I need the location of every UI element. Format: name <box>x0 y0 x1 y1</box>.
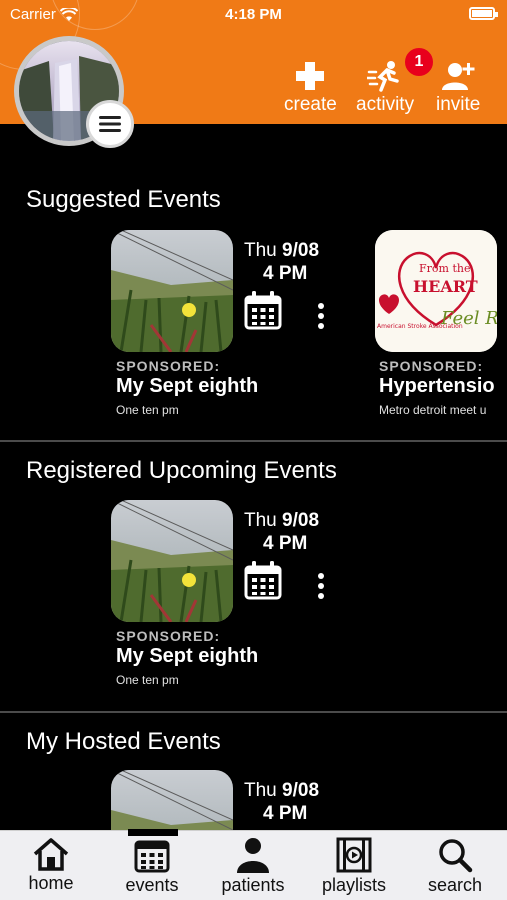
event-time: 4 PM <box>263 263 308 284</box>
event-card[interactable]: Thu 9/08 4 PM SPONSORED: My Sept eighth … <box>111 230 371 430</box>
more-options-icon[interactable] <box>317 302 325 330</box>
tab-patients-label: patients <box>221 875 285 895</box>
event-date-value: 9/08 <box>282 510 320 531</box>
tab-home-label: home <box>28 873 74 893</box>
event-name: My Sept eighth <box>116 645 259 667</box>
sponsored-label: SPONSORED: <box>116 358 221 374</box>
meadow-image <box>111 230 233 352</box>
tab-bar: home events patients playlists search <box>0 830 507 900</box>
event-card[interactable]: Thu 9/08 4 PM SPONSORED: My Sept eighth … <box>111 500 371 700</box>
event-date: Thu 9/08 <box>244 510 319 532</box>
invite-label: invite <box>436 94 481 115</box>
status-bar: Carrier 4:18 PM <box>0 0 507 30</box>
event-date-value: 9/08 <box>282 780 320 801</box>
section-divider <box>0 711 507 713</box>
tab-events-label: events <box>125 875 179 895</box>
event-time: 4 PM <box>263 803 308 824</box>
calendar-icon[interactable] <box>244 560 282 600</box>
menu-button[interactable] <box>86 100 134 148</box>
create-button[interactable]: create <box>284 60 337 116</box>
event-name: My Sept eighth <box>116 375 259 397</box>
person-icon <box>237 838 269 873</box>
tab-search-label: search <box>427 875 483 895</box>
tab-search[interactable]: search <box>405 837 505 896</box>
event-thumbnail <box>111 770 233 830</box>
running-person-icon <box>367 61 399 92</box>
event-name: Hypertensio <box>379 375 495 397</box>
event-time: 4 PM <box>263 533 308 554</box>
more-options-icon[interactable] <box>317 572 325 600</box>
promo-image: From the HEART American Stroke Associati… <box>375 230 497 352</box>
calendar-icon <box>134 840 170 873</box>
event-card[interactable]: From the HEART American Stroke Associati… <box>374 230 507 430</box>
playlist-icon <box>336 837 372 873</box>
event-subtitle: One ten pm <box>116 673 179 687</box>
battery-icon <box>469 7 498 20</box>
tab-home[interactable]: home <box>1 837 101 894</box>
sponsored-label: SPONSORED: <box>379 358 484 374</box>
event-card[interactable]: Thu 9/08 4 PM <box>111 770 371 830</box>
sponsored-label: SPONSORED: <box>116 628 221 644</box>
section-title-registered: Registered Upcoming Events <box>26 457 337 484</box>
promo-script-text: Feel Ri <box>440 308 497 329</box>
plus-icon <box>296 62 325 90</box>
meadow-image <box>111 770 233 830</box>
event-thumbnail: From the HEART American Stroke Associati… <box>375 230 497 352</box>
create-label: create <box>284 94 337 115</box>
promo-heart-text-1: From the <box>419 262 470 275</box>
event-thumbnail <box>111 230 233 352</box>
event-day: Thu <box>244 780 277 801</box>
tab-events[interactable]: events <box>102 837 202 896</box>
add-person-icon <box>442 63 475 90</box>
tab-playlists-label: playlists <box>321 875 387 895</box>
section-title-hosted: My Hosted Events <box>26 728 221 755</box>
event-day: Thu <box>244 240 277 261</box>
activity-badge: 1 <box>403 46 435 78</box>
meadow-image <box>111 500 233 622</box>
activity-label: activity <box>356 94 415 115</box>
section-divider <box>0 440 507 442</box>
tab-patients[interactable]: patients <box>203 837 303 896</box>
calendar-icon[interactable] <box>244 290 282 330</box>
event-date: Thu 9/08 <box>244 240 319 262</box>
event-date-value: 9/08 <box>282 240 320 261</box>
event-thumbnail <box>111 500 233 622</box>
invite-button[interactable]: invite <box>436 60 480 116</box>
promo-heart-text-2: HEART <box>413 277 478 296</box>
home-icon <box>33 838 69 871</box>
section-title-suggested: Suggested Events <box>26 186 221 213</box>
event-subtitle: One ten pm <box>116 403 179 417</box>
event-subtitle: Metro detroit meet u <box>379 403 487 417</box>
hamburger-menu-icon <box>99 116 121 132</box>
tab-playlists[interactable]: playlists <box>304 837 404 896</box>
active-tab-indicator <box>128 829 178 836</box>
event-day: Thu <box>244 510 277 531</box>
search-icon <box>439 839 473 873</box>
event-date: Thu 9/08 <box>244 780 319 802</box>
status-time: 4:18 PM <box>225 6 282 23</box>
